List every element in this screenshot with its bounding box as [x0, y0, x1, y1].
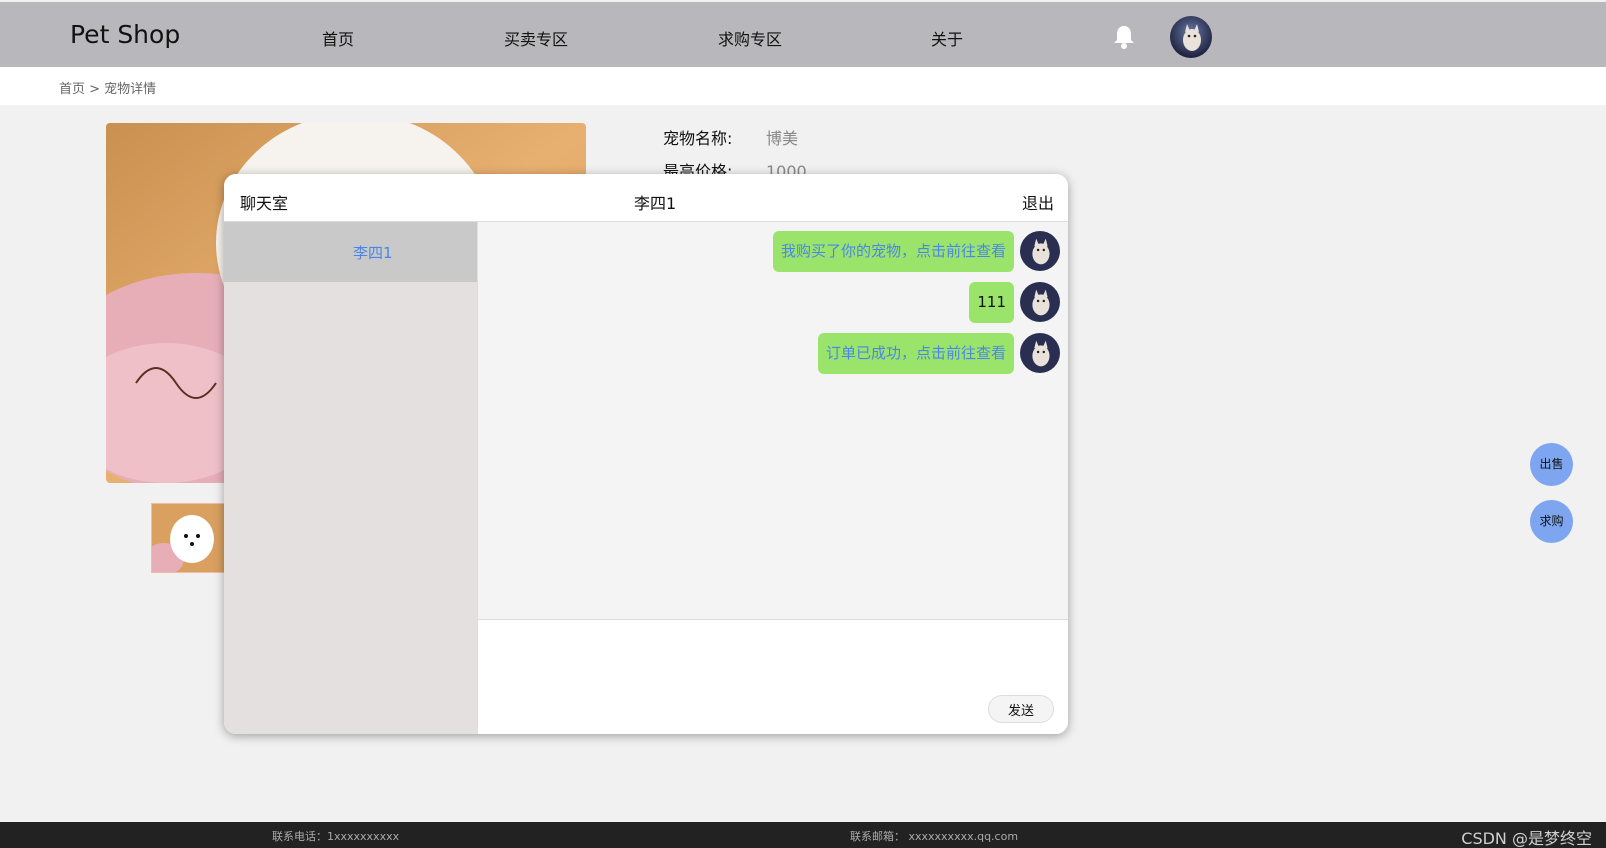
send-button[interactable]: 发送 [988, 695, 1054, 723]
footer-email: 联系邮箱： xxxxxxxxxx.qq.com [850, 830, 1019, 843]
footer: 联系电话：1xxxxxxxxxx 联系邮箱： xxxxxxxxxx.qq.com… [0, 822, 1606, 848]
nav-about[interactable]: 关于 [931, 26, 963, 50]
breadcrumb-bar: 首页 > 宠物详情 [0, 67, 1606, 105]
chat-header: 聊天室 李四1 退出 [224, 174, 1068, 222]
chat-peer-name: 李四1 [634, 194, 677, 213]
pet-name-value: 博美 [766, 129, 799, 148]
chat-dialog: 聊天室 李四1 退出 李四1 我购买了你的宠物，点击前往查看 111 订单已成功… [224, 174, 1068, 734]
top-nav-bar: Pet Shop 首页 买卖专区 求购专区 关于 [0, 2, 1606, 67]
message-input[interactable] [478, 620, 1068, 690]
message-bubble-link[interactable]: 我购买了你的宠物，点击前往查看 [772, 230, 1014, 272]
contact-name: 李四1 [353, 244, 393, 262]
nav-buy-request[interactable]: 求购专区 [718, 26, 782, 50]
message-list[interactable]: 我购买了你的宠物，点击前往查看 111 订单已成功，点击前往查看 [477, 222, 1068, 619]
message-row: 111 [969, 281, 1060, 323]
cat-avatar-icon [1020, 282, 1060, 322]
nav-trade[interactable]: 买卖专区 [504, 26, 568, 50]
want-to-buy-button[interactable]: 求购 [1530, 500, 1573, 543]
site-logo[interactable]: Pet Shop [70, 20, 180, 49]
watermark: CSDN @是梦终空 [1461, 829, 1592, 848]
message-row: 订单已成功，点击前往查看 [817, 332, 1060, 374]
user-avatar[interactable] [1170, 16, 1212, 58]
nav-home[interactable]: 首页 [322, 26, 354, 50]
contact-item[interactable]: 李四1 [224, 222, 477, 282]
message-bubble: 111 [969, 281, 1014, 323]
bell-icon[interactable] [1112, 24, 1136, 50]
message-bubble-link[interactable]: 订单已成功，点击前往查看 [817, 332, 1014, 374]
chat-exit-button[interactable]: 退出 [1022, 190, 1054, 214]
cat-avatar-icon [1020, 231, 1060, 271]
message-row: 我购买了你的宠物，点击前往查看 [772, 230, 1060, 272]
pet-thumbnail[interactable] [151, 503, 226, 573]
cat-avatar-icon [1020, 333, 1060, 373]
breadcrumb: 首页 > 宠物详情 [59, 82, 157, 97]
message-input-area: 发送 [477, 619, 1068, 734]
pet-name-label: 宠物名称: [663, 129, 733, 148]
chat-title: 聊天室 [240, 194, 289, 213]
pet-name-row: 宠物名称: 博美 [663, 125, 798, 149]
contact-list: 李四1 [224, 222, 477, 734]
sell-button[interactable]: 出售 [1530, 443, 1573, 486]
footer-phone: 联系电话：1xxxxxxxxxx [272, 830, 400, 843]
